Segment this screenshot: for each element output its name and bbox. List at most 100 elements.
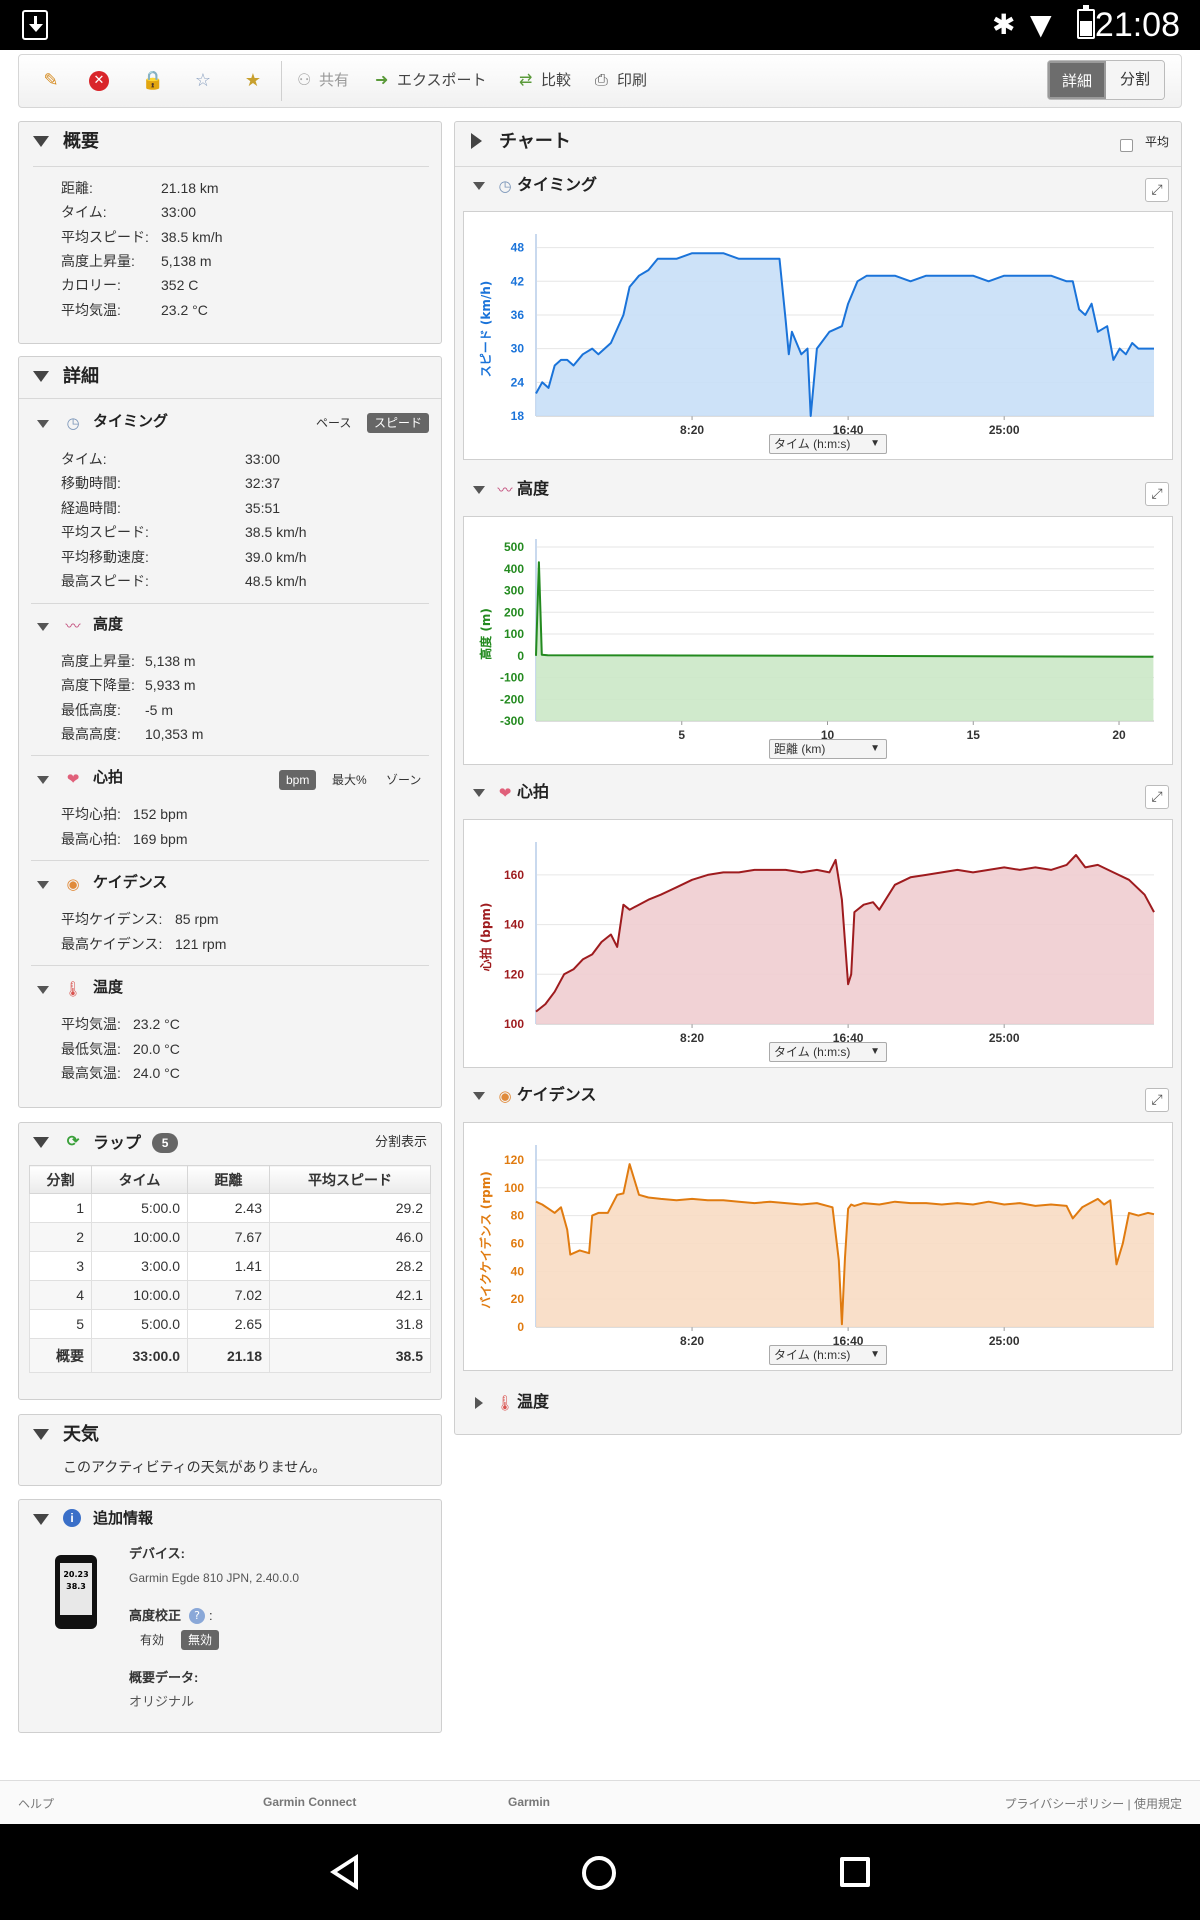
max-percent-toggle[interactable]: 最大% [325, 770, 374, 790]
edit-icon[interactable]: ✎ [39, 69, 63, 93]
table-cell: 42.1 [269, 1280, 431, 1310]
clock-icon: ◷ [66, 414, 80, 432]
temperature-chart-header[interactable]: 🌡 温度 [455, 1388, 1181, 1418]
legal-links[interactable]: プライバシーポリシー | 使用規定 [1004, 1795, 1182, 1812]
collapse-icon[interactable] [37, 881, 49, 889]
collapse-icon[interactable] [37, 986, 49, 994]
favorite-star-icon[interactable]: ☆ [191, 69, 215, 93]
recents-icon[interactable] [840, 1857, 870, 1887]
column-header[interactable]: 平均スピード [269, 1165, 431, 1194]
share-button[interactable]: ⚇ 共有 [297, 65, 349, 97]
print-button[interactable]: ⎙ 印刷 [595, 65, 647, 97]
pace-toggle[interactable]: ペース [309, 413, 358, 433]
charts-header[interactable]: チャート 平均 [455, 122, 1181, 160]
y-tick-label: 0 [517, 649, 524, 663]
chevron-down-icon: ▼ [870, 743, 880, 754]
delete-icon[interactable]: ✕ [89, 71, 109, 91]
table-cell: 46.0 [269, 1222, 431, 1252]
series-area [536, 253, 1154, 416]
home-icon[interactable] [582, 1856, 616, 1890]
collapse-icon[interactable] [37, 420, 49, 428]
y-tick-label: 24 [511, 375, 525, 389]
help-icon[interactable]: ? [189, 1608, 205, 1624]
summary-value: 23.2 °C [161, 302, 208, 318]
garmin-link[interactable]: Garmin [508, 1795, 550, 1809]
x-axis-select[interactable]: タイム (h:m:s) ▼ [769, 1345, 887, 1365]
maximize-icon[interactable]: ⤢ [1145, 178, 1169, 202]
timing-value: 35:51 [245, 500, 281, 516]
split-view-button[interactable]: 分割 [1106, 61, 1164, 99]
calibration-off-toggle[interactable]: 無効 [181, 1630, 220, 1650]
x-axis-select[interactable]: タイム (h:m:s) ▼ [769, 1042, 887, 1062]
x-tick-label: 25:00 [989, 423, 1020, 437]
timing-chart-header[interactable]: ◷ タイミング [455, 171, 1181, 201]
table-cell: 33:00.0 [91, 1338, 188, 1373]
timing-value: 32:37 [245, 475, 281, 491]
heart-chart-header[interactable]: ❤ 心拍 [455, 778, 1181, 808]
bpm-toggle[interactable]: bpm [279, 770, 317, 790]
table-row[interactable]: 3 3:00.0 1.41 28.2 [29, 1251, 431, 1281]
privacy-lock-icon[interactable]: 🔒 [141, 69, 165, 93]
collapse-icon [33, 1429, 49, 1440]
laps-header[interactable]: ⟳ ラップ 5 分割表示 [19, 1123, 441, 1161]
split-view-link[interactable]: 分割表示 [375, 1123, 427, 1161]
summary-panel: 概要 距離: 21.18 km タイム: 33:00 平均スピード: 38.5 … [18, 121, 442, 344]
elevation-chart-title: 高度 [517, 481, 550, 498]
detail-view-button[interactable]: 詳細 [1048, 61, 1106, 99]
collapse-icon[interactable] [37, 623, 49, 631]
x-axis-select-label: タイム (h:m:s) [774, 1045, 851, 1059]
y-tick-label: 36 [511, 308, 525, 322]
column-header[interactable]: 距離 [187, 1165, 270, 1194]
speed-toggle[interactable]: スピード [367, 413, 430, 433]
help-link[interactable]: ヘルプ [18, 1795, 54, 1812]
y-axis-label: 高度 (m) [478, 608, 493, 660]
elevation-key: 最低高度: [61, 702, 121, 718]
column-header[interactable]: 分割 [29, 1165, 92, 1194]
elevation-chart-header[interactable]: 〰 高度 [455, 475, 1181, 505]
collapse-icon[interactable] [37, 776, 49, 784]
table-cell: 1.41 [187, 1251, 270, 1281]
x-axis-select[interactable]: 距離 (km) ▼ [769, 739, 887, 759]
maximize-icon[interactable]: ⤢ [1145, 482, 1169, 506]
zone-toggle[interactable]: ゾーン [379, 770, 428, 790]
status-time: 21:08 [1094, 6, 1180, 44]
table-cell: 3:00.0 [91, 1251, 188, 1281]
table-row[interactable]: 1 5:00.0 2.43 29.2 [29, 1193, 431, 1223]
laps-panel: ⟳ ラップ 5 分割表示 分割 タイム 距離 平均スピード 1 5:00.0 2.4… [18, 1122, 442, 1400]
x-tick-label: 20 [1112, 728, 1126, 742]
timing-key: 平均移動速度: [61, 549, 149, 565]
y-axis-label: 心拍 (bpm) [478, 903, 493, 972]
maximize-icon[interactable]: ⤢ [1145, 785, 1169, 809]
export-button[interactable]: ➜ エクスポート [375, 65, 487, 97]
details-panel: 詳細 ◷ タイミング ペース スピード タイム: 33:00 移動時間: 32:… [18, 356, 442, 1108]
activity-toolbar: ✎ ✕ 🔒 ☆ ★ ⚇ 共有 ➜ エクスポート ⇄ 比較 ⎙ 印刷 詳細 分割 [18, 54, 1182, 108]
badge-icon[interactable]: ★ [241, 69, 265, 93]
table-row[interactable]: 4 10:00.0 7.02 42.1 [29, 1280, 431, 1310]
extra-info-panel: i 追加情報 20.23 38.3 デバイス: Garmin Egde 810 … [18, 1499, 442, 1733]
cadence-chart-header[interactable]: ◉ ケイデンス [455, 1081, 1181, 1111]
details-title: 詳細 [63, 366, 99, 386]
maximize-icon[interactable]: ⤢ [1145, 1088, 1169, 1112]
average-checkbox[interactable] [1120, 139, 1133, 152]
details-header[interactable]: 詳細 [19, 357, 441, 395]
thermometer-icon: 🌡 [63, 980, 83, 998]
x-axis-select[interactable]: タイム (h:m:s) ▼ [769, 434, 887, 454]
summary-key: タイム: [61, 204, 107, 220]
calibration-on-toggle[interactable]: 有効 [133, 1630, 171, 1650]
column-header[interactable]: タイム [91, 1165, 188, 1194]
table-row[interactable]: 5 5:00.0 2.65 31.8 [29, 1309, 431, 1339]
compare-button[interactable]: ⇄ 比較 [519, 65, 571, 97]
table-row[interactable]: 2 10:00.0 7.67 46.0 [29, 1222, 431, 1252]
extra-info-header[interactable]: i 追加情報 [19, 1500, 441, 1538]
summary-header[interactable]: 概要 [19, 122, 441, 160]
status-bar: ✱ ▼ 21:08 [0, 0, 1200, 50]
elevation-value: 10,353 m [145, 726, 204, 742]
divider [33, 166, 429, 167]
y-tick-label: 48 [511, 241, 525, 255]
temperature-chart-title: 温度 [517, 1394, 550, 1411]
garmin-connect-link[interactable]: Garmin Connect [263, 1795, 356, 1809]
back-icon[interactable] [330, 1854, 358, 1890]
weather-header[interactable]: 天気 [19, 1415, 441, 1453]
y-tick-label: 100 [504, 627, 524, 641]
x-axis-select-label: タイム (h:m:s) [774, 1348, 851, 1362]
